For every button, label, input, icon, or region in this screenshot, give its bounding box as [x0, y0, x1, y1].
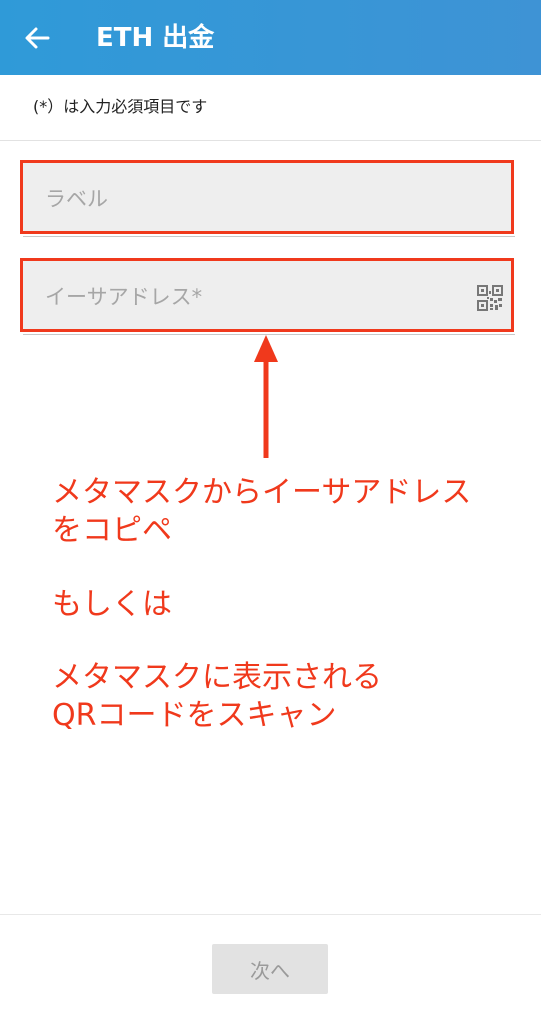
- page-title: ETH 出金: [96, 23, 215, 53]
- address-field-container: [20, 258, 515, 335]
- annotation-text: QRコードをスキャン: [52, 698, 337, 733]
- annotation-text: をコピペ: [52, 513, 172, 548]
- divider: [0, 140, 541, 141]
- required-fields-note: (*）は入力必須項目です: [33, 97, 208, 116]
- eth-address-input[interactable]: [43, 279, 467, 315]
- footer-divider: [0, 914, 541, 915]
- next-button[interactable]: 次へ: [212, 944, 328, 994]
- app-bar: ETH 出金: [0, 0, 541, 75]
- annotation-text: メタマスクからイーサアドレス: [52, 475, 472, 510]
- label-input[interactable]: [43, 181, 467, 217]
- qr-code-icon[interactable]: [477, 285, 503, 311]
- back-arrow-icon[interactable]: [24, 25, 50, 51]
- label-field-container: [20, 160, 515, 237]
- annotation-text: もしくは: [52, 587, 172, 622]
- annotation-arrow: [254, 335, 278, 458]
- annotation-text: メタマスクに表示される: [52, 660, 382, 695]
